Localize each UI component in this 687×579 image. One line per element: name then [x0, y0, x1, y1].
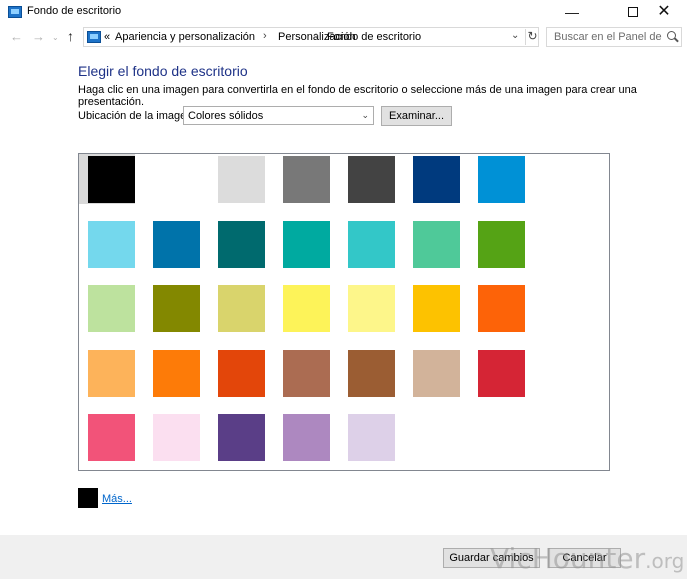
color-swatch [218, 285, 265, 332]
breadcrumb-item-apariencia[interactable]: Apariencia y personalización [115, 31, 255, 43]
window-title: Fondo de escritorio [27, 5, 122, 17]
color-swatch-item[interactable] [274, 412, 330, 462]
color-swatch-item[interactable] [79, 412, 135, 462]
watermark-logo: VicHounter.org [490, 542, 685, 575]
color-swatch [348, 414, 395, 461]
color-swatch-item[interactable] [404, 348, 460, 398]
color-swatch-item[interactable] [339, 283, 395, 333]
color-swatch-item[interactable] [144, 412, 200, 462]
color-swatch [153, 156, 200, 203]
color-swatch [283, 220, 330, 268]
color-swatch [413, 220, 460, 268]
color-swatch [413, 156, 460, 203]
color-swatch [218, 220, 265, 268]
color-swatch-item[interactable] [274, 219, 330, 269]
color-swatch [478, 156, 525, 203]
color-swatch [348, 156, 395, 203]
color-swatch [348, 285, 395, 332]
color-swatch [478, 285, 525, 332]
back-button[interactable]: ← [10, 29, 23, 44]
color-swatch-item[interactable] [404, 283, 460, 333]
color-swatch-item[interactable] [274, 348, 330, 398]
forward-button[interactable]: → [32, 29, 45, 44]
location-label: Ubicación de la imagen: [78, 110, 196, 122]
color-swatch-item[interactable] [144, 283, 200, 333]
color-swatch-item[interactable] [339, 412, 395, 462]
custom-color-swatch[interactable] [78, 488, 98, 508]
color-swatch [218, 156, 265, 203]
color-swatch-item[interactable] [274, 154, 330, 204]
color-swatch [283, 414, 330, 461]
color-swatch-item[interactable] [469, 154, 525, 204]
color-swatch [478, 349, 525, 397]
color-swatch [283, 285, 330, 332]
color-swatch [283, 349, 330, 397]
color-swatch-item[interactable] [144, 219, 200, 269]
color-swatch-item[interactable] [209, 154, 265, 204]
color-swatch-item[interactable] [144, 154, 200, 204]
page-title: Elegir el fondo de escritorio [78, 63, 248, 79]
color-swatch-item[interactable] [339, 154, 395, 204]
color-swatch-item[interactable] [469, 283, 525, 333]
color-swatch-item[interactable] [469, 348, 525, 398]
address-bar[interactable]: « Apariencia y personalización › Persona… [83, 27, 539, 47]
color-swatch-item[interactable] [469, 219, 525, 269]
color-swatch-item[interactable] [404, 154, 460, 204]
color-swatch [218, 349, 265, 397]
color-swatch [478, 220, 525, 268]
color-swatch [153, 220, 200, 268]
search-box[interactable] [546, 27, 682, 47]
maximize-icon [628, 7, 638, 18]
color-swatch [413, 349, 460, 397]
address-dropdown-button[interactable]: ⌄ [511, 30, 519, 41]
up-button[interactable]: ↑ [67, 28, 74, 44]
breadcrumb-item-fondo[interactable]: Fondo de escritorio [327, 31, 421, 43]
page-description: Haga clic en una imagen para convertirla… [78, 84, 637, 108]
color-swatch [218, 414, 265, 461]
chevron-down-icon: ⌄ [361, 110, 369, 120]
more-colors-link[interactable]: Más... [102, 493, 132, 505]
color-swatch-item[interactable] [79, 219, 135, 269]
browse-button[interactable]: Examinar... [381, 106, 452, 126]
color-swatch [348, 220, 395, 268]
location-selected-value: Colores sólidos [188, 110, 264, 122]
color-swatch-item[interactable] [79, 154, 135, 204]
location-select[interactable]: Colores sólidos ⌄ [183, 106, 374, 125]
title-bar: Fondo de escritorio — ✕ [0, 0, 687, 24]
color-swatch [348, 349, 395, 397]
color-swatch-item[interactable] [209, 412, 265, 462]
color-swatch-grid [78, 153, 610, 471]
close-button[interactable]: ✕ [641, 0, 687, 24]
color-swatch [413, 285, 460, 332]
color-swatch [153, 285, 200, 332]
color-swatch [88, 285, 135, 332]
breadcrumb-separator[interactable]: › [263, 30, 267, 42]
search-icon[interactable] [667, 31, 676, 40]
color-swatch [153, 414, 200, 461]
color-swatch [88, 349, 135, 397]
search-input[interactable] [547, 28, 665, 46]
control-panel-icon [8, 6, 22, 18]
color-swatch-item[interactable] [209, 219, 265, 269]
color-swatch-item[interactable] [339, 348, 395, 398]
color-swatch [283, 156, 330, 203]
color-swatch [153, 349, 200, 397]
color-swatch-item[interactable] [404, 219, 460, 269]
color-swatch-item[interactable] [79, 348, 135, 398]
color-swatch-item[interactable] [274, 283, 330, 333]
color-swatch-item[interactable] [339, 219, 395, 269]
breadcrumb-separator[interactable]: › [315, 30, 319, 42]
minimize-button[interactable]: — [549, 0, 595, 24]
color-swatch [88, 414, 135, 461]
color-swatch-item[interactable] [79, 283, 135, 333]
refresh-button[interactable]: ↻ [525, 29, 539, 45]
breadcrumb-overflow[interactable]: « [104, 31, 110, 43]
recent-locations-button[interactable]: ⌄ [52, 33, 59, 42]
control-panel-icon [87, 31, 101, 43]
color-swatch-item[interactable] [209, 348, 265, 398]
color-swatch [88, 220, 135, 268]
color-swatch-item[interactable] [209, 283, 265, 333]
color-swatch-item[interactable] [144, 348, 200, 398]
color-swatch [88, 156, 135, 203]
